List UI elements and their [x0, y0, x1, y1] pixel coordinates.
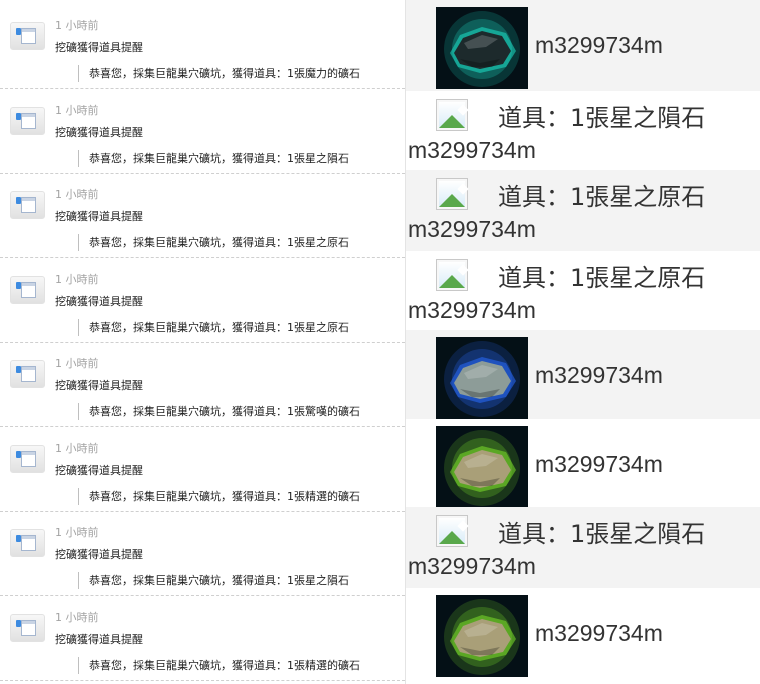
- notification-item[interactable]: 1 小時前挖礦獲得道具提醒恭喜您，採集巨龍巢穴礦坑，獲得道具：1張星之隕石: [0, 511, 405, 596]
- notification-item[interactable]: 1 小時前挖礦獲得道具提醒恭喜您，採集巨龍巢穴礦坑，獲得道具：1張星之隕石: [0, 89, 405, 174]
- document-icon: [21, 281, 36, 298]
- notification-icon: [10, 444, 45, 473]
- username[interactable]: m3299734m: [535, 451, 663, 478]
- reward-row: m3299734m: [406, 588, 760, 684]
- notification-title[interactable]: 挖礦獲得道具提醒: [55, 39, 143, 55]
- notification-icon: [10, 106, 45, 135]
- notification-time: 1 小時前: [55, 272, 99, 286]
- reward-row: m3299734m: [406, 419, 760, 508]
- notification-time: 1 小時前: [55, 610, 99, 624]
- document-icon: [21, 535, 36, 551]
- blue-glow-ore-icon: [436, 337, 528, 419]
- notification-message: 恭喜您，採集巨龍巢穴礦坑，獲得道具：1張星之原石: [78, 234, 349, 251]
- reward-item-text: 道具：1張星之原石: [498, 183, 706, 211]
- notification-title[interactable]: 挖礦獲得道具提醒: [55, 208, 143, 224]
- notification-icon: [10, 613, 45, 642]
- username[interactable]: m3299734m: [535, 362, 663, 389]
- document-icon: [21, 197, 36, 213]
- reward-item-text: 道具：1張星之隕石: [498, 520, 706, 548]
- reward-row: m3299734m: [406, 330, 760, 419]
- notification-item[interactable]: 1 小時前挖礦獲得道具提醒恭喜您，採集巨龍巢穴礦坑，獲得道具：1張星之原石: [0, 258, 405, 343]
- document-icon: [21, 366, 36, 382]
- dark-teal-ore-icon: [436, 7, 528, 89]
- username[interactable]: m3299734m: [535, 620, 663, 647]
- username[interactable]: m3299734m: [535, 32, 663, 59]
- notification-item[interactable]: 1 小時前挖礦獲得道具提醒恭喜您，採集巨龍巢穴礦坑，獲得道具：1張魔力的礦石: [0, 4, 405, 89]
- reward-item-text: 道具：1張星之原石: [498, 264, 706, 292]
- broken-image-icon: [436, 259, 469, 291]
- notification-time: 1 小時前: [55, 357, 99, 370]
- reward-row: m3299734m: [406, 0, 760, 91]
- username[interactable]: m3299734m: [408, 137, 536, 164]
- notification-time: 1 小時前: [55, 103, 99, 117]
- notification-title[interactable]: 挖礦獲得道具提醒: [55, 462, 143, 478]
- notification-title[interactable]: 挖礦獲得道具提醒: [55, 377, 143, 393]
- username[interactable]: m3299734m: [408, 553, 536, 580]
- reward-row: 道具：1張星之原石 m3299734m: [406, 251, 760, 330]
- notification-icon: [10, 360, 45, 388]
- info-icon: [16, 197, 21, 204]
- notification-message: 恭喜您，採集巨龍巢穴礦坑，獲得道具：1張驚嘆的礦石: [78, 403, 360, 420]
- notification-time: 1 小時前: [55, 526, 99, 539]
- reward-item-text: 道具：1張星之隕石: [498, 104, 706, 132]
- notification-message: 恭喜您，採集巨龍巢穴礦坑，獲得道具：1張精選的礦石: [78, 656, 360, 674]
- notification-time: 1 小時前: [55, 19, 99, 32]
- reward-row: 道具：1張星之隕石 m3299734m: [406, 91, 760, 170]
- info-icon: [16, 28, 21, 35]
- username[interactable]: m3299734m: [408, 297, 536, 324]
- document-icon: [21, 28, 36, 44]
- notification-message: 恭喜您，採集巨龍巢穴礦坑，獲得道具：1張星之隕石: [78, 149, 349, 167]
- notification-item[interactable]: 1 小時前挖礦獲得道具提醒恭喜您，採集巨龍巢穴礦坑，獲得道具：1張驚嘆的礦石: [0, 342, 405, 427]
- notification-title[interactable]: 挖礦獲得道具提醒: [55, 293, 143, 309]
- reward-row: 道具：1張星之隕石 m3299734m: [406, 507, 760, 588]
- notification-message: 恭喜您，採集巨龍巢穴礦坑，獲得道具：1張魔力的礦石: [78, 65, 360, 82]
- notification-icon: [10, 191, 45, 219]
- notification-title[interactable]: 挖礦獲得道具提醒: [55, 124, 143, 140]
- notification-item[interactable]: 1 小時前挖礦獲得道具提醒恭喜您，採集巨龍巢穴礦坑，獲得道具：1張星之原石: [0, 173, 405, 258]
- info-icon: [16, 450, 21, 458]
- notification-time: 1 小時前: [55, 441, 99, 455]
- broken-image-icon: [436, 178, 469, 210]
- notification-time: 1 小時前: [55, 188, 99, 201]
- info-icon: [16, 366, 21, 373]
- notification-item[interactable]: 1 小時前挖礦獲得道具提醒恭喜您，採集巨龍巢穴礦坑，獲得道具：1張精選的礦石: [0, 596, 405, 681]
- reward-row: 道具：1張星之原石 m3299734m: [406, 170, 760, 251]
- info-icon: [16, 535, 21, 542]
- green-glow-ore-icon: [436, 595, 528, 677]
- notification-icon: [10, 22, 45, 50]
- notification-message: 恭喜您，採集巨龍巢穴礦坑，獲得道具：1張精選的礦石: [78, 487, 360, 505]
- username[interactable]: m3299734m: [408, 216, 536, 243]
- notification-item[interactable]: 1 小時前挖礦獲得道具提醒恭喜您，採集巨龍巢穴礦坑，獲得道具：1張精選的礦石: [0, 427, 405, 512]
- info-icon: [16, 112, 21, 120]
- notification-icon: [10, 529, 45, 557]
- broken-image-icon: [436, 515, 469, 547]
- reward-list: m3299734m 道具：1張星之隕石 m3299734m 道具：1張星之原石 m329…: [406, 0, 760, 684]
- notification-title[interactable]: 挖礦獲得道具提醒: [55, 631, 143, 647]
- green-glow-ore-icon: [436, 426, 528, 508]
- document-icon: [21, 450, 36, 467]
- info-icon: [16, 619, 21, 627]
- notification-title[interactable]: 挖礦獲得道具提醒: [55, 546, 143, 562]
- broken-image-icon: [436, 99, 469, 131]
- notification-message: 恭喜您，採集巨龍巢穴礦坑，獲得道具：1張星之隕石: [78, 572, 349, 589]
- info-icon: [16, 281, 21, 289]
- notification-list: 1 小時前 挖礦獲得道具提醒 恭喜您，採集巨龍巢穴礦坑，獲得道具：1張魔力的礦石 1 …: [0, 0, 405, 684]
- notification-icon: [10, 275, 45, 304]
- document-icon: [21, 619, 36, 636]
- document-icon: [21, 112, 36, 129]
- notification-message: 恭喜您，採集巨龍巢穴礦坑，獲得道具：1張星之原石: [78, 318, 349, 336]
